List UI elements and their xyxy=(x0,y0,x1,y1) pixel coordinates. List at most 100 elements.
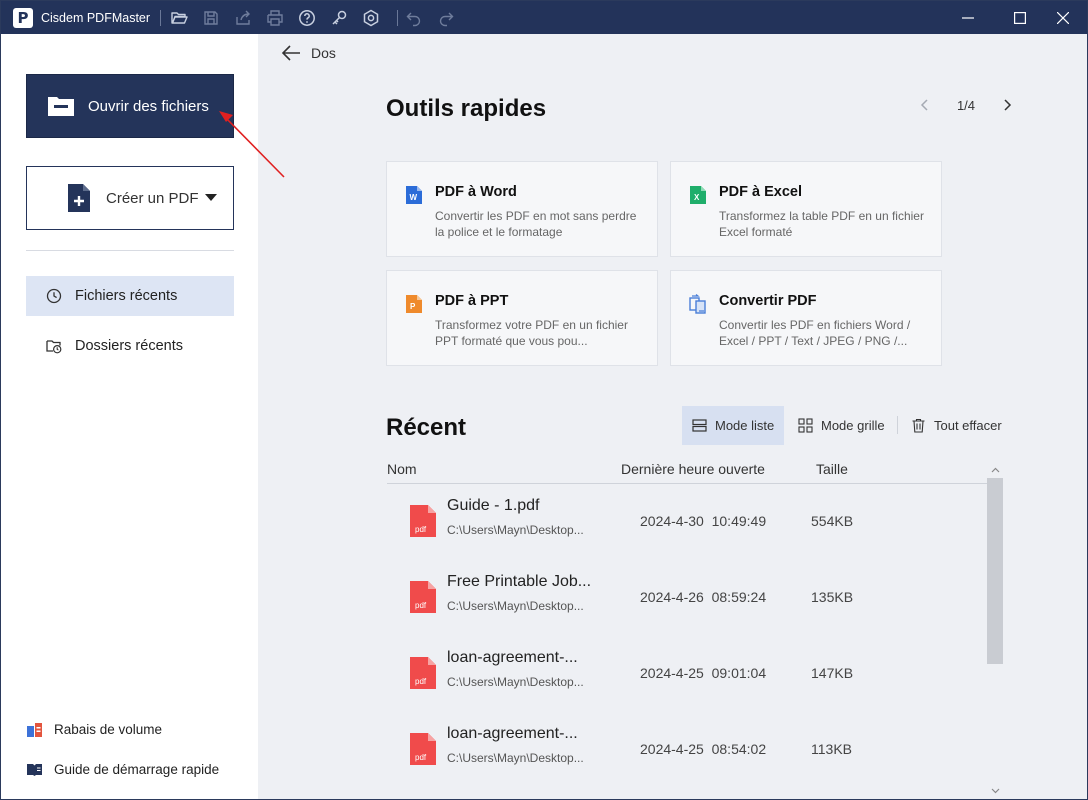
convert-icon xyxy=(689,294,706,314)
share-icon[interactable] xyxy=(227,1,259,34)
excel-icon: X xyxy=(690,186,706,204)
next-page-button[interactable] xyxy=(997,95,1019,115)
sidebar-divider xyxy=(26,250,234,251)
file-path: C:\Users\Mayn\Desktop... xyxy=(447,523,584,537)
sidebar-item-recent-files[interactable]: Fichiers récents xyxy=(26,276,234,316)
help-icon[interactable] xyxy=(291,1,323,34)
settings-icon[interactable] xyxy=(355,1,387,34)
tool-card-pdf-to-excel[interactable]: X PDF à Excel Transformez la table PDF e… xyxy=(670,161,942,257)
sidebar-item-recent-folders[interactable]: Dossiers récents xyxy=(26,326,234,366)
app-logo-icon: P xyxy=(13,7,33,28)
tool-card-description: Convertir les PDF en mot sans perdre la … xyxy=(435,209,637,239)
pdf-file-icon: pdf xyxy=(410,733,436,765)
app-window: P Cisdem PDFMaster Ouvrir des fichiers C… xyxy=(0,0,1088,800)
tool-card-convert-pdf[interactable]: Convertir PDF Convertir les PDF en fichi… xyxy=(670,270,942,366)
tool-card-title: PDF à Excel xyxy=(719,184,803,200)
undo-icon[interactable] xyxy=(398,1,430,34)
pdf-file-icon: pdf xyxy=(410,581,436,613)
volume-discount-icon xyxy=(27,722,42,737)
clear-all-button[interactable]: Tout effacer xyxy=(911,406,1002,445)
tool-card-title: PDF à PPT xyxy=(435,293,509,309)
document-plus-icon xyxy=(68,184,90,212)
file-size: 147KB xyxy=(811,665,854,681)
scroll-down-button[interactable] xyxy=(987,784,1003,798)
tool-card-pdf-to-word[interactable]: W PDF à Word Convertir les PDF en mot sa… xyxy=(386,161,658,257)
sidebar-item-label: Fichiers récents xyxy=(75,288,178,304)
recent-scrollbar[interactable] xyxy=(987,462,1003,799)
chevron-left-icon xyxy=(920,99,928,111)
back-button[interactable]: Dos xyxy=(281,44,336,62)
previous-page-button[interactable] xyxy=(913,95,935,115)
close-icon xyxy=(1057,11,1069,24)
column-header-size[interactable]: Taille xyxy=(816,461,848,477)
minimize-button[interactable] xyxy=(944,1,992,34)
svg-text:W: W xyxy=(410,193,418,202)
list-mode-label: Mode liste xyxy=(715,418,775,433)
title-bar: P Cisdem PDFMaster xyxy=(1,1,1087,34)
app-title: Cisdem PDFMaster xyxy=(41,10,151,25)
caret-down-icon[interactable] xyxy=(204,194,217,202)
list-view-icon xyxy=(692,419,707,432)
tool-card-description: Convertir les PDF en fichiers Word / Exc… xyxy=(719,318,911,348)
page-indicator: 1/4 xyxy=(956,97,976,113)
create-pdf-label: Créer un PDF xyxy=(106,189,199,207)
quick-start-guide-link[interactable]: Guide de démarrage rapide xyxy=(26,758,219,780)
tool-card-description: Transformez la table PDF en un fichier E… xyxy=(719,209,924,239)
print-icon[interactable] xyxy=(259,1,291,34)
grid-mode-button[interactable]: Mode grille xyxy=(798,406,885,445)
grid-mode-label: Mode grille xyxy=(821,418,885,433)
arrow-left-icon xyxy=(281,45,300,61)
open-files-button[interactable]: Ouvrir des fichiers xyxy=(26,74,234,138)
key-icon[interactable] xyxy=(323,1,355,34)
back-label: Dos xyxy=(311,45,336,61)
volume-discount-label: Rabais de volume xyxy=(54,721,163,737)
table-row[interactable]: pdf loan-agreement-... C:\Users\Mayn\Des… xyxy=(387,636,987,712)
recent-title: Récent xyxy=(386,414,467,441)
quick-tools-title: Outils rapides xyxy=(386,95,547,122)
redo-icon[interactable] xyxy=(430,1,462,34)
chevron-right-icon xyxy=(1004,99,1012,111)
file-name: loan-agreement-... xyxy=(447,725,578,742)
file-name: Guide - 1.pdf xyxy=(447,497,540,514)
column-header-name[interactable]: Nom xyxy=(387,461,417,477)
table-row[interactable]: pdf Guide - 1.pdf C:\Users\Mayn\Desktop.… xyxy=(387,484,987,560)
sidebar: Ouvrir des fichiers Créer un PDF Fichier… xyxy=(1,34,258,799)
clock-icon xyxy=(46,288,62,304)
svg-text:X: X xyxy=(694,193,700,202)
file-name: Free Printable Job... xyxy=(447,573,592,590)
quick-start-guide-label: Guide de démarrage rapide xyxy=(54,761,220,777)
toolbar-divider xyxy=(160,9,162,26)
save-icon[interactable] xyxy=(195,1,227,34)
scroll-up-button[interactable] xyxy=(987,463,1003,477)
close-button[interactable] xyxy=(1039,1,1087,34)
file-size: 554KB xyxy=(811,513,854,529)
file-last-opened: 2024-4-25 08:54:02 xyxy=(640,741,767,757)
table-row[interactable]: pdf Free Printable Job... C:\Users\Mayn\… xyxy=(387,560,987,636)
table-row[interactable]: pdf loan-agreement-... C:\Users\Mayn\Des… xyxy=(387,712,987,788)
chevron-up-icon xyxy=(991,467,999,473)
file-size: 135KB xyxy=(811,589,854,605)
svg-text:pdf: pdf xyxy=(415,753,427,762)
folder-icon xyxy=(48,97,74,116)
minimize-icon xyxy=(962,16,974,19)
toolbar-divider xyxy=(897,416,898,434)
maximize-button[interactable] xyxy=(996,1,1044,34)
tool-card-pdf-to-ppt[interactable]: P PDF à PPT Transformez votre PDF en un … xyxy=(386,270,658,366)
volume-discount-link[interactable]: Rabais de volume xyxy=(26,718,162,740)
open-folder-icon[interactable] xyxy=(163,1,195,34)
column-header-last-opened[interactable]: Dernière heure ouverte xyxy=(621,461,765,477)
tool-card-title: PDF à Word xyxy=(435,184,517,200)
svg-text:P: P xyxy=(410,302,416,311)
word-icon: W xyxy=(406,186,422,204)
ppt-icon: P xyxy=(406,295,422,313)
trash-icon xyxy=(912,418,925,433)
grid-view-icon xyxy=(798,418,813,433)
svg-text:pdf: pdf xyxy=(415,601,427,610)
file-path: C:\Users\Mayn\Desktop... xyxy=(447,751,584,765)
pdf-file-icon: pdf xyxy=(410,505,436,537)
file-path: C:\Users\Mayn\Desktop... xyxy=(447,675,584,689)
create-pdf-button[interactable]: Créer un PDF xyxy=(26,166,234,230)
scrollbar-thumb[interactable] xyxy=(987,478,1003,664)
file-size: 113KB xyxy=(811,741,852,757)
list-mode-button[interactable]: Mode liste xyxy=(682,406,784,445)
